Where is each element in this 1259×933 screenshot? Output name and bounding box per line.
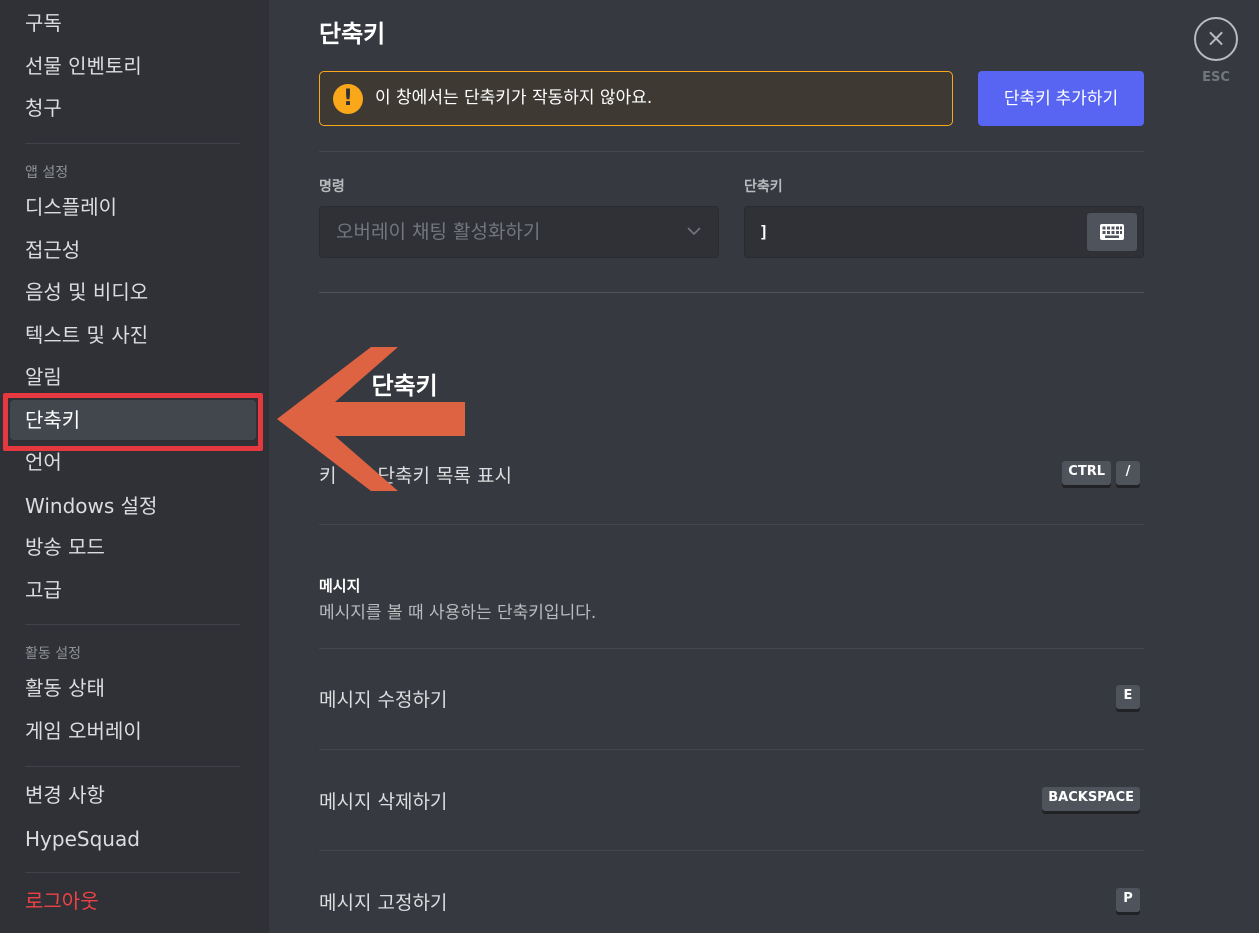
esc-label: ESC: [1202, 70, 1230, 85]
sidebar-item-text-images[interactable]: 텍스트 및 사진: [10, 315, 256, 355]
divider: [319, 648, 1144, 649]
sidebar-item-activity-status[interactable]: 활동 상태: [10, 668, 256, 708]
sidebar-item-windows-settings[interactable]: Windows 설정: [10, 486, 256, 526]
sidebar-item-notifications[interactable]: 알림: [10, 357, 256, 397]
divider: [319, 292, 1144, 293]
warning-text: 이 창에서는 단축키가 작동하지 않아요.: [375, 88, 653, 108]
keyboard-icon: [1100, 224, 1124, 240]
add-keybind-button[interactable]: 단축키 추가하기: [978, 71, 1144, 126]
sidebar-item-subscription[interactable]: 구독: [10, 3, 256, 43]
keybind-combo: E: [1116, 685, 1140, 709]
sidebar-item-logout[interactable]: 로그아웃: [10, 881, 256, 921]
key-cap: E: [1116, 685, 1140, 709]
warning-icon: !: [333, 84, 363, 114]
sidebar-item-game-overlay[interactable]: 게임 오버레이: [10, 711, 256, 751]
annotation-arrow-icon: [277, 347, 465, 491]
sidebar-separator: [25, 872, 240, 873]
command-select-value: 오버레이 채팅 활성화하기: [336, 221, 541, 243]
sidebar-header-app-settings: 앱 설정: [25, 165, 69, 181]
keybind-row-pin-message: 메시지 고정하기: [319, 892, 448, 914]
close-area: × ESC: [1194, 17, 1238, 85]
close-icon[interactable]: ×: [1194, 17, 1238, 61]
sidebar-separator: [25, 766, 240, 767]
warning-notice: ! 이 창에서는 단축키가 작동하지 않아요.: [319, 71, 953, 126]
keybind-value: ]: [759, 222, 769, 241]
sidebar-item-gift-inventory[interactable]: 선물 인벤토리: [10, 46, 256, 86]
sidebar-item-hypesquad[interactable]: HypeSquad: [10, 819, 256, 859]
divider: [319, 151, 1144, 152]
keybind-label: 단축키: [744, 179, 783, 195]
key-cap: /: [1116, 461, 1140, 485]
command-select[interactable]: 오버레이 채팅 활성화하기: [319, 206, 719, 258]
sidebar-separator: [25, 143, 240, 144]
divider: [319, 850, 1144, 851]
sidebar-item-advanced[interactable]: 고급: [10, 570, 256, 610]
messages-section-title: 메시지: [319, 577, 361, 595]
command-label: 명령: [319, 179, 345, 195]
divider: [319, 749, 1144, 750]
sidebar-item-accessibility[interactable]: 접근성: [10, 230, 256, 270]
key-cap: BACKSPACE: [1042, 787, 1140, 811]
sidebar-item-streamer-mode[interactable]: 방송 모드: [10, 527, 256, 567]
keybind-combo: BACKSPACE: [1042, 787, 1140, 811]
record-keybind-button[interactable]: [1087, 213, 1137, 251]
page-title: 단축키: [319, 20, 386, 48]
keybind-row-edit-message: 메시지 수정하기: [319, 689, 448, 711]
keybind-combo: P: [1116, 888, 1140, 912]
sidebar-item-change-log[interactable]: 변경 사항: [10, 775, 256, 815]
key-cap: P: [1116, 888, 1140, 912]
keybind-combo: CTRL /: [1062, 461, 1140, 485]
key-cap: CTRL: [1062, 461, 1111, 485]
sidebar-separator: [25, 624, 240, 625]
sidebar-item-display[interactable]: 디스플레이: [10, 187, 256, 227]
annotation-highlight-box: [3, 393, 263, 451]
divider: [319, 524, 1144, 525]
sidebar-header-activity-settings: 활동 설정: [25, 646, 81, 662]
sidebar-item-billing[interactable]: 청구: [10, 88, 256, 128]
keybind-input[interactable]: ]: [744, 206, 1144, 258]
chevron-down-icon: [686, 223, 702, 243]
keybind-row-delete-message: 메시지 삭제하기: [319, 791, 448, 813]
messages-section-description: 메시지를 볼 때 사용하는 단축키입니다.: [319, 603, 597, 623]
sidebar-item-voice-video[interactable]: 음성 및 비디오: [10, 272, 256, 312]
settings-sidebar: 구독 선물 인벤토리 청구 앱 설정 디스플레이 접근성 음성 및 비디오 텍스…: [0, 0, 269, 933]
